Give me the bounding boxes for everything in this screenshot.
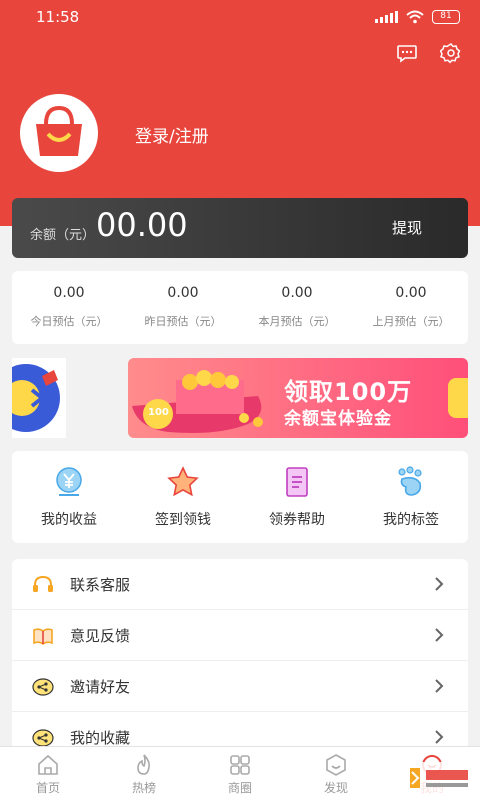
menu-item-customer-service[interactable]: 联系客服: [12, 559, 468, 610]
grid-item-label: 我的标签: [383, 512, 439, 528]
banner-title: 领取100万: [284, 378, 413, 406]
discover-icon: [324, 753, 348, 777]
star-icon: [166, 465, 200, 499]
home-icon: [36, 753, 60, 777]
chevron-right-icon: [432, 575, 446, 593]
chevron-right-icon: [432, 677, 446, 695]
stat-label: 本月预估（元）: [258, 315, 336, 328]
status-bar: 11:58 81: [0, 0, 480, 34]
menu-item-label: 联系客服: [70, 576, 131, 594]
menu-item-label: 意见反馈: [70, 627, 131, 645]
tab-label: 热榜: [131, 781, 156, 795]
menu-item-invite-friends[interactable]: 邀请好友: [12, 661, 468, 712]
menu-item-feedback[interactable]: 意见反馈: [12, 610, 468, 661]
download-site-watermark: [404, 760, 474, 796]
stat-yesterday[interactable]: 0.00 昨日预估（元）: [126, 271, 240, 344]
promo-banner[interactable]: 100 领取100万 余额宝体验金: [12, 358, 468, 438]
tab-label: 发现: [323, 781, 348, 795]
battery-icon: 81: [432, 10, 460, 24]
tab-business-circle[interactable]: 商圈: [192, 747, 288, 800]
feature-grid: 我的收益 签到领钱 领券帮助 我的标签: [12, 451, 468, 543]
wifi-icon: [406, 10, 424, 24]
balance-amount: 00.00: [96, 206, 188, 244]
menu-item-label: 邀请好友: [70, 678, 131, 696]
stat-last-month[interactable]: 0.00 上月预估（元）: [354, 271, 468, 344]
grid-item-coupon-help[interactable]: 领券帮助: [240, 451, 354, 543]
coupon-book-icon: [280, 465, 314, 499]
message-icon[interactable]: [396, 42, 418, 64]
menu-item-favorites[interactable]: 我的收藏: [12, 712, 468, 749]
grid-item-label: 签到领钱: [155, 512, 211, 528]
tab-home[interactable]: 首页: [0, 747, 96, 800]
status-indicators: 81: [375, 10, 460, 24]
yen-wallet-icon: [52, 465, 86, 499]
earnings-stats: 0.00 今日预估（元） 0.00 昨日预估（元） 0.00 本月预估（元） 0…: [12, 271, 468, 344]
balance-card: 余额（元） 00.00 提现: [12, 198, 468, 258]
banner-coin-badge: 100: [148, 407, 169, 418]
stat-value: 0.00: [167, 285, 199, 301]
status-time: 11:58: [36, 8, 80, 26]
chevron-right-icon: [432, 728, 446, 746]
gift-box-icon: [132, 370, 263, 433]
header-actions: [396, 42, 462, 64]
menu-item-label: 我的收藏: [70, 729, 131, 747]
open-book-icon: [32, 626, 54, 646]
stat-label: 今日预估（元）: [30, 315, 108, 328]
banner-main-slide: 100 领取100万 余额宝体验金: [128, 358, 468, 438]
grid-item-check-in[interactable]: 签到领钱: [126, 451, 240, 543]
settings-menu: 联系客服 意见反馈 邀请好友 我的收藏: [12, 559, 468, 749]
stat-value: 0.00: [395, 285, 427, 301]
login-register-link[interactable]: 登录/注册: [135, 122, 209, 147]
grid-item-my-tags[interactable]: 我的标签: [354, 451, 468, 543]
flame-icon: [132, 753, 156, 777]
headset-icon: [32, 575, 54, 595]
balance-label: 余额（元）: [30, 228, 96, 243]
tab-label: 商圈: [227, 781, 252, 795]
banner-claim-tag: [448, 378, 468, 418]
banner-prev-slide: [12, 358, 66, 438]
gear-icon[interactable]: [439, 42, 462, 64]
stat-this-month[interactable]: 0.00 本月预估（元）: [240, 271, 354, 344]
tab-discover[interactable]: 发现: [288, 747, 384, 800]
shopping-bag-logo-icon: [36, 105, 82, 156]
share-icon: [32, 677, 54, 697]
stat-label: 昨日预估（元）: [144, 315, 222, 328]
grid-icon: [228, 753, 252, 777]
grid-item-my-earnings[interactable]: 我的收益: [12, 451, 126, 543]
signal-icon: [375, 11, 398, 23]
grid-item-label: 我的收益: [41, 512, 97, 528]
grid-item-label: 领券帮助: [269, 512, 325, 528]
chevron-right-icon: [432, 626, 446, 644]
banner-subtitle: 余额宝体验金: [284, 409, 392, 429]
tab-label: 首页: [35, 781, 60, 795]
avatar[interactable]: [20, 94, 98, 172]
tag-icon: [394, 465, 428, 499]
tab-hot-list[interactable]: 热榜: [96, 747, 192, 800]
share-icon: [32, 728, 54, 748]
stat-label: 上月预估（元）: [372, 315, 450, 328]
stat-value: 0.00: [53, 285, 85, 301]
stat-value: 0.00: [281, 285, 313, 301]
withdraw-button[interactable]: 提现: [392, 217, 422, 238]
stat-today[interactable]: 0.00 今日预估（元）: [12, 271, 126, 344]
